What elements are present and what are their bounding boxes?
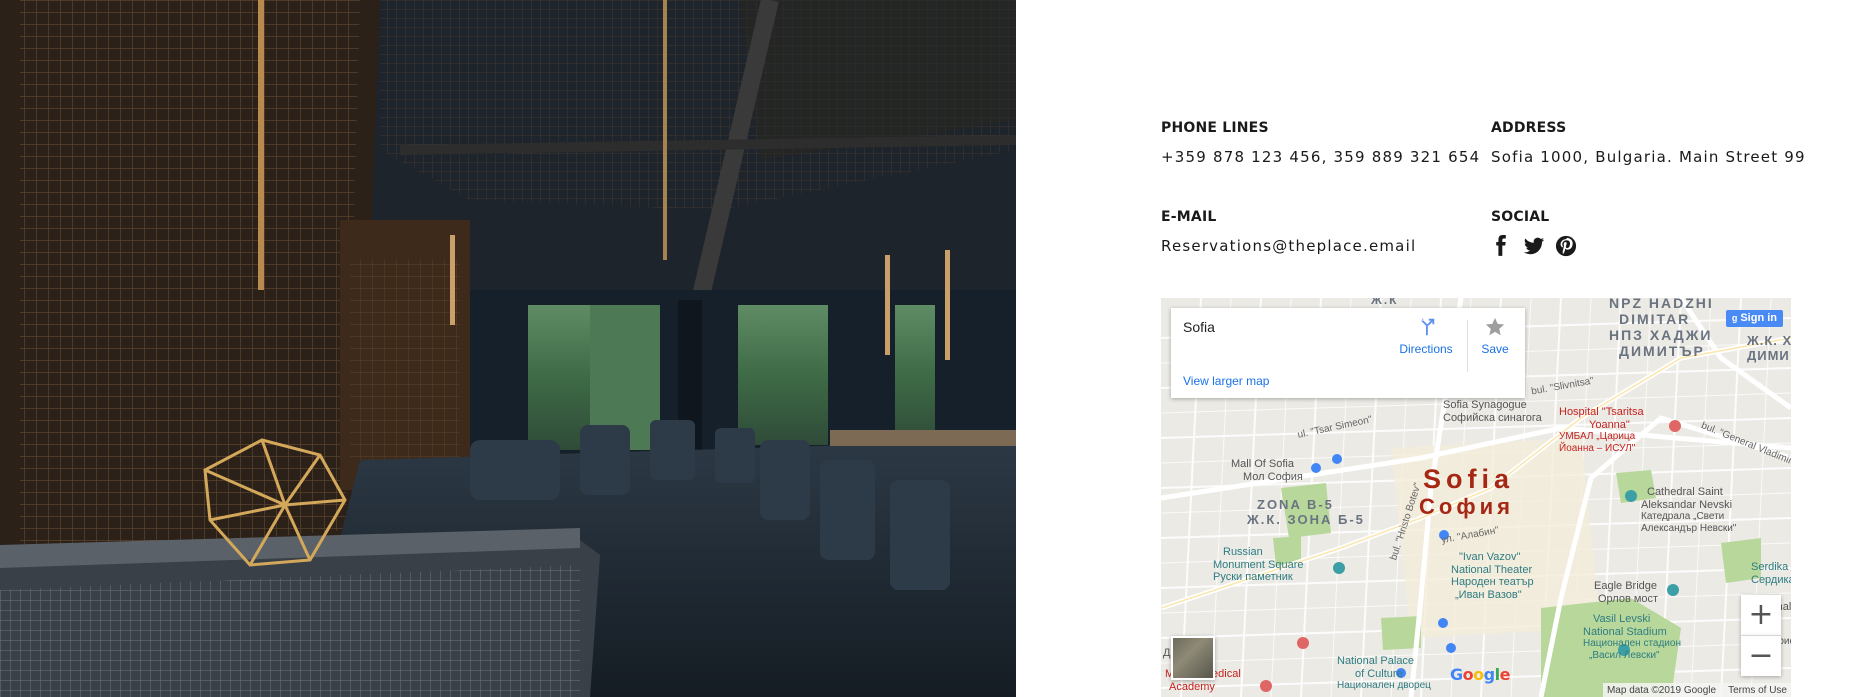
twitter-icon[interactable] — [1523, 235, 1545, 257]
map-place-name: Sofia — [1183, 319, 1215, 335]
map-label-mall: Mall Of Sofia Мол София — [1231, 458, 1303, 483]
map-attribution: Map data ©2019 Google Terms of Use — [1602, 683, 1791, 697]
google-logo: Google — [1450, 665, 1510, 684]
restaurant-interior-image — [0, 0, 1016, 697]
map-label-hospital: Hospital "Tsaritsa Yoanna" УМБАЛ „Царица… — [1559, 406, 1644, 454]
map-label-zk-right: Ж.К. Х. ДИМИ — [1747, 333, 1791, 363]
address-label: ADDRESS — [1491, 120, 1567, 136]
save-label: Save — [1481, 342, 1509, 356]
map-data-text: Map data ©2019 Google — [1606, 684, 1717, 696]
save-button[interactable]: Save — [1473, 316, 1517, 356]
map-label-synagogue: Sofia Synagogue Софийска синагога — [1443, 399, 1542, 424]
map-city-label: Sofia — [1423, 464, 1515, 494]
address-value: Sofia 1000, Bulgaria. Main Street 99 — [1491, 148, 1806, 166]
map-label-cathedral: Cathedral Saint Aleksandar Nevski Катедр… — [1641, 486, 1737, 534]
pinterest-icon[interactable] — [1555, 235, 1577, 257]
map-label-palace-culture: National Palace of Culture Национален дв… — [1337, 655, 1431, 692]
map-label-npz: NPZ HADZHI DIMITAR НПЗ ХАДЖИ ДИМИТЪР — [1609, 298, 1714, 360]
directions-icon — [1417, 318, 1435, 336]
directions-label: Directions — [1399, 342, 1453, 356]
phone-label: PHONE LINES — [1161, 120, 1269, 136]
map-label-vazov-theater: "Ivan Vazov" National Theater Народен те… — [1451, 551, 1534, 601]
address-section: ADDRESS Sofia 1000, Bulgaria. Main Stree… — [1491, 120, 1806, 166]
sign-in-label: Sign in — [1740, 312, 1777, 324]
google-g-icon: g — [1731, 313, 1738, 323]
email-value[interactable]: Reservations@theplace.email — [1161, 237, 1416, 255]
social-label: SOCIAL — [1491, 209, 1550, 225]
directions-button[interactable]: Directions — [1395, 316, 1457, 356]
zoom-out-button[interactable]: − — [1741, 636, 1781, 676]
satellite-toggle-button[interactable] — [1171, 636, 1215, 680]
map-embed[interactable]: NPZ HADZHI DIMITAR НПЗ ХАДЖИ ДИМИТЪР Ж.К… — [1161, 298, 1791, 697]
card-divider — [1467, 320, 1468, 372]
map-label-eagle-bridge: Eagle Bridge Орлов мост — [1594, 580, 1659, 605]
restaurant-interior-photo — [0, 0, 1016, 697]
phone-value: +359 878 123 456, 359 889 321 654 — [1161, 148, 1481, 166]
email-label: E-MAIL — [1161, 209, 1217, 225]
map-city-label-bg: София — [1419, 494, 1514, 519]
terms-of-use-link[interactable]: Terms of Use — [1728, 685, 1787, 696]
map-label-serdika: Serdika Сердика — [1751, 561, 1791, 586]
star-icon — [1485, 317, 1505, 336]
email-section: E-MAIL Reservations@theplace.email — [1161, 209, 1416, 255]
map-label-zona: ZONA B-5 Ж.К. ЗОНА Б-5 — [1247, 497, 1365, 527]
social-links — [1491, 235, 1577, 257]
map-label-zk-top: Ж.К — [1371, 298, 1399, 307]
map-label-levski-stadium: Vasil Levski National Stadium Национален… — [1583, 613, 1681, 661]
map-place-card: Sofia Directions Save View larger map — [1171, 308, 1525, 398]
sign-in-button[interactable]: g Sign in — [1725, 310, 1783, 327]
zoom-in-button[interactable]: + — [1741, 595, 1781, 636]
facebook-icon[interactable] — [1491, 235, 1513, 257]
social-section: SOCIAL — [1491, 209, 1577, 257]
phone-section: PHONE LINES +359 878 123 456, 359 889 32… — [1161, 120, 1480, 166]
view-larger-map-link[interactable]: View larger map — [1183, 374, 1269, 388]
map-label-russian-monument: Russian Monument Square Руски паметник — [1213, 546, 1304, 584]
